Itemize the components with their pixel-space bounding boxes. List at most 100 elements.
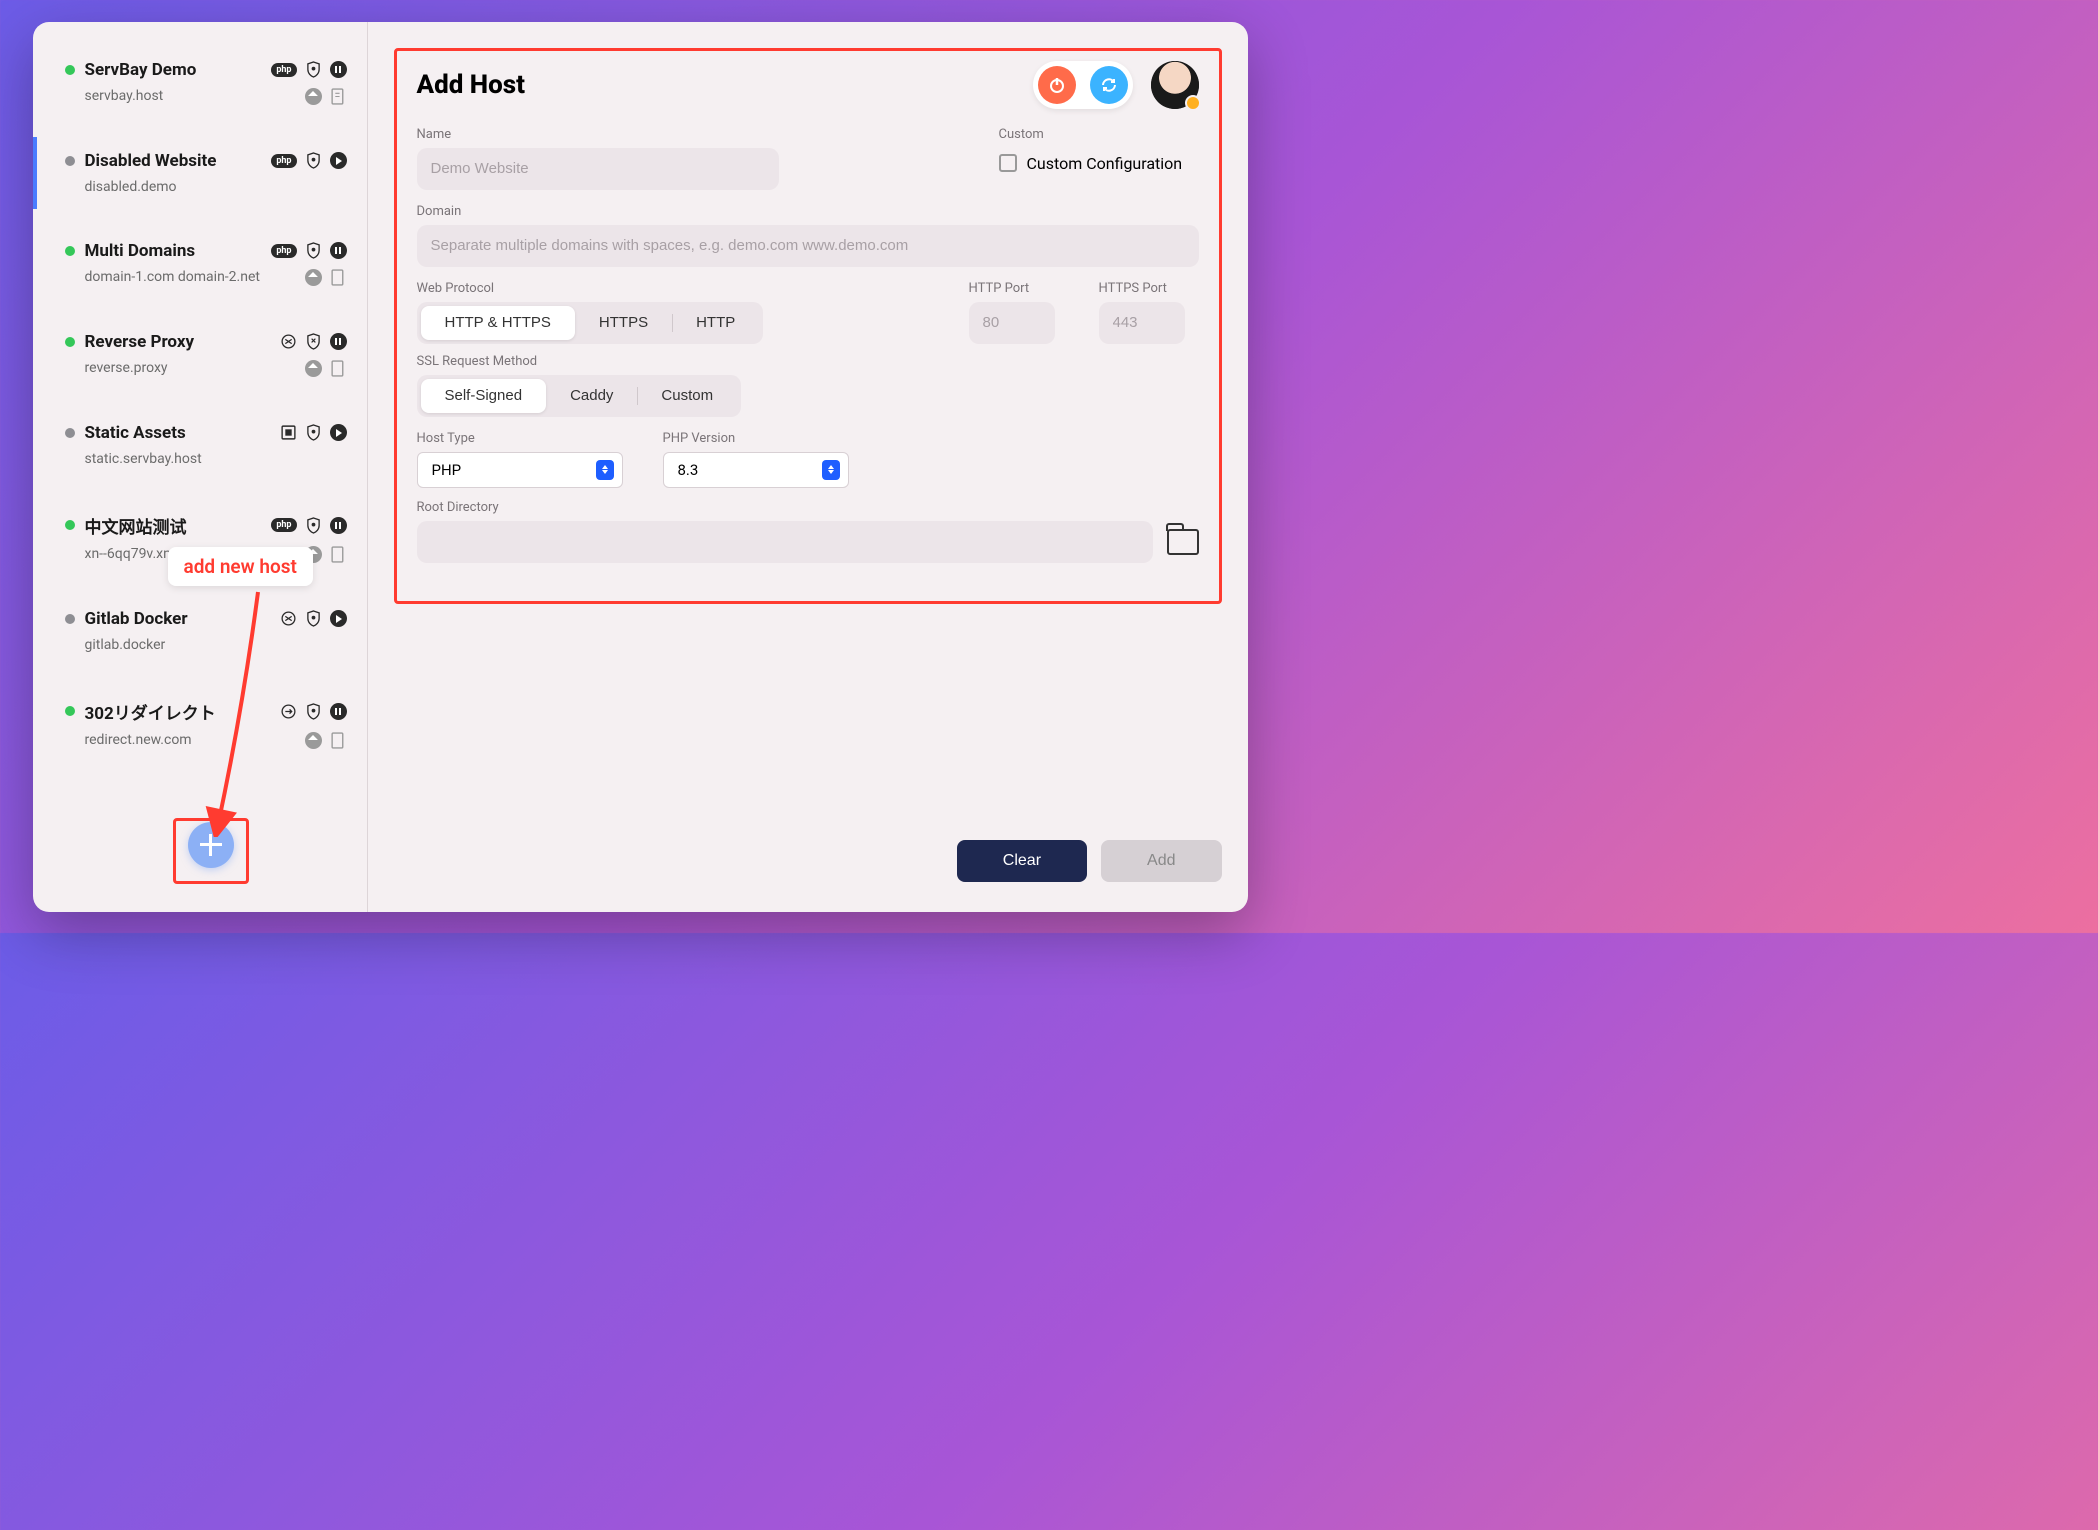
play-icon[interactable]: [330, 152, 347, 169]
protocol-option-http[interactable]: HTTP: [672, 306, 759, 340]
footer-actions: Clear Add: [957, 840, 1222, 882]
shield-x-icon: [305, 333, 322, 350]
host-title: ServBay Demo: [85, 60, 262, 80]
custom-config-label: Custom Configuration: [1027, 154, 1183, 173]
phpver-select[interactable]: 8.3: [663, 452, 849, 488]
phpver-label: PHP Version: [663, 431, 849, 446]
proxy-icon: [280, 333, 297, 350]
protocol-label: Web Protocol: [417, 281, 939, 296]
chevron-updown-icon: [822, 460, 840, 480]
protocol-segmented: HTTP & HTTPS HTTPS HTTP: [417, 302, 764, 344]
clear-button[interactable]: Clear: [957, 840, 1087, 882]
play-icon[interactable]: [330, 610, 347, 627]
phpver-value: 8.3: [678, 461, 699, 479]
shield-icon: [305, 242, 322, 259]
play-icon[interactable]: [330, 424, 347, 441]
refresh-button[interactable]: [1090, 66, 1128, 104]
domain-label: Domain: [417, 204, 1199, 219]
compass-icon[interactable]: [305, 88, 322, 105]
shield-icon: [305, 61, 322, 78]
status-dot-active: [65, 520, 75, 530]
power-button[interactable]: [1038, 66, 1076, 104]
root-label: Root Directory: [417, 500, 1199, 515]
status-dot-active: [65, 246, 75, 256]
ssl-label: SSL Request Method: [417, 354, 1199, 369]
protocol-option-https[interactable]: HTTPS: [575, 306, 672, 340]
sidebar-item-reverse-proxy[interactable]: Reverse Proxy reverse.proxy: [57, 318, 367, 391]
folder-icon[interactable]: [1167, 529, 1199, 555]
pause-icon[interactable]: [330, 703, 347, 720]
log-icon[interactable]: [330, 269, 347, 286]
redirect-icon: [280, 703, 297, 720]
hosttype-select[interactable]: PHP: [417, 452, 623, 488]
host-domain: reverse.proxy: [85, 360, 168, 376]
log-icon[interactable]: [330, 732, 347, 749]
static-icon: [280, 424, 297, 441]
ssl-option-caddy[interactable]: Caddy: [546, 379, 637, 413]
status-dot-inactive: [65, 614, 75, 624]
header-action-pill: [1033, 61, 1133, 109]
sidebar-item-static-assets[interactable]: Static Assets static.servbay.host: [57, 409, 367, 481]
https-port-input[interactable]: [1099, 302, 1185, 344]
status-dot-inactive: [65, 156, 75, 166]
host-title: Multi Domains: [85, 241, 262, 261]
host-domain: domain-1.com domain-2.net: [85, 269, 260, 285]
shield-icon: [305, 152, 322, 169]
https-port-label: HTTPS Port: [1099, 281, 1199, 296]
status-dot-inactive: [65, 428, 75, 438]
status-dot-active: [65, 706, 75, 716]
avatar-badge-icon: [1185, 95, 1201, 111]
ssl-option-selfsigned[interactable]: Self-Signed: [421, 379, 547, 413]
page-title: Add Host: [417, 70, 526, 100]
sidebar: ServBay Demo php servbay.host Disabled W…: [33, 22, 368, 912]
log-icon[interactable]: [330, 360, 347, 377]
host-domain: redirect.new.com: [85, 732, 192, 748]
domain-input[interactable]: [417, 225, 1199, 267]
shield-icon: [305, 703, 322, 720]
php-icon: php: [271, 244, 296, 258]
pause-icon[interactable]: [330, 517, 347, 534]
compass-icon[interactable]: [305, 360, 322, 377]
pause-icon[interactable]: [330, 61, 347, 78]
shield-icon: [305, 517, 322, 534]
proxy-icon: [280, 610, 297, 627]
status-dot-active: [65, 337, 75, 347]
compass-icon[interactable]: [305, 269, 322, 286]
add-button[interactable]: Add: [1101, 840, 1221, 882]
name-input[interactable]: [417, 148, 779, 190]
status-dot-active: [65, 65, 75, 75]
sidebar-item-disabled-website[interactable]: Disabled Website php disabled.demo: [33, 137, 367, 209]
root-directory-input[interactable]: [417, 521, 1153, 563]
name-label: Name: [417, 127, 969, 142]
http-port-label: HTTP Port: [969, 281, 1069, 296]
refresh-icon: [1099, 75, 1119, 95]
add-host-button[interactable]: [188, 822, 234, 868]
pause-icon[interactable]: [330, 242, 347, 259]
protocol-option-both[interactable]: HTTP & HTTPS: [421, 306, 575, 340]
avatar[interactable]: [1151, 61, 1199, 109]
hosttype-label: Host Type: [417, 431, 623, 446]
host-title: Gitlab Docker: [85, 609, 270, 629]
hosttype-value: PHP: [432, 461, 462, 479]
ssl-option-custom[interactable]: Custom: [637, 379, 737, 413]
sidebar-item-302-redirect[interactable]: 302リダイレクト redirect.new.com: [57, 685, 367, 763]
shield-icon: [305, 610, 322, 627]
sidebar-item-servbay-demo[interactable]: ServBay Demo php servbay.host: [57, 46, 367, 119]
host-domain: static.servbay.host: [85, 451, 202, 467]
sidebar-item-gitlab-docker[interactable]: Gitlab Docker gitlab.docker: [57, 595, 367, 667]
host-title: Disabled Website: [85, 151, 262, 171]
compass-icon[interactable]: [305, 732, 322, 749]
host-domain: servbay.host: [85, 88, 164, 104]
log-icon[interactable]: [330, 546, 347, 563]
sidebar-item-multi-domains[interactable]: Multi Domains php domain-1.com domain-2.…: [57, 227, 367, 300]
host-title: 中文网站测试: [85, 513, 262, 538]
app-window: ServBay Demo php servbay.host Disabled W…: [33, 22, 1248, 912]
log-icon[interactable]: [330, 88, 347, 105]
host-title: 302リダイレクト: [85, 699, 270, 724]
http-port-input[interactable]: [969, 302, 1055, 344]
php-icon: php: [271, 63, 296, 77]
host-domain: gitlab.docker: [85, 637, 166, 653]
custom-config-checkbox[interactable]: [999, 154, 1017, 172]
custom-label: Custom: [999, 127, 1199, 142]
pause-icon[interactable]: [330, 333, 347, 350]
